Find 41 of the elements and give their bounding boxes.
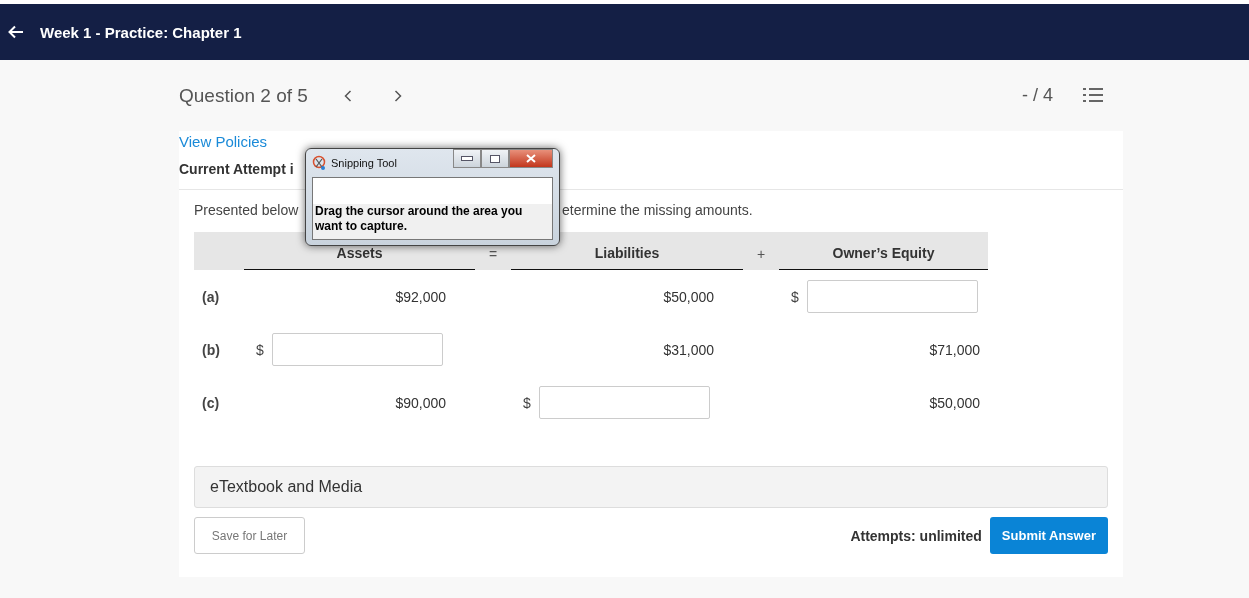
currency-sign: $ bbox=[256, 341, 264, 358]
etextbook-panel[interactable]: eTextbook and Media bbox=[194, 466, 1108, 508]
minimize-icon[interactable] bbox=[453, 149, 481, 168]
instruction-text: Drag the cursor around the area you want to capture. bbox=[314, 204, 524, 234]
table-cell: $90,000 bbox=[395, 394, 446, 411]
instruction-text: Presented below bbox=[194, 202, 299, 218]
operator-sign: = bbox=[488, 246, 498, 262]
column-header: Liabilities bbox=[594, 245, 660, 261]
table-cell: $92,000 bbox=[395, 288, 446, 305]
question-counter: Question 2 of 5 bbox=[179, 84, 308, 107]
close-icon[interactable] bbox=[509, 149, 553, 168]
row-label: (a) bbox=[202, 288, 220, 305]
previous-icon[interactable] bbox=[343, 89, 352, 102]
operator-sign: + bbox=[756, 246, 766, 262]
instruction-text: etermine the missing amounts. bbox=[562, 202, 753, 218]
numbered-list-icon[interactable] bbox=[1083, 87, 1103, 104]
table-cell: $50,000 bbox=[663, 288, 714, 305]
row-label: (b) bbox=[202, 341, 220, 358]
currency-sign: $ bbox=[791, 288, 799, 305]
table-cell: $71,000 bbox=[929, 341, 980, 358]
window-title: Snipping Tool bbox=[331, 157, 397, 169]
row-label: (c) bbox=[202, 394, 220, 411]
table-cell: $31,000 bbox=[663, 341, 714, 358]
maximize-icon[interactable] bbox=[481, 149, 509, 168]
scissors-icon bbox=[312, 155, 328, 171]
page-title: Week 1 - Practice: Chapter 1 bbox=[40, 23, 242, 41]
currency-sign: $ bbox=[523, 394, 531, 411]
column-header: Assets bbox=[336, 245, 383, 261]
column-header: Owner’s Equity bbox=[832, 245, 935, 261]
view-policies-link[interactable]: View Policies bbox=[179, 131, 1123, 157]
answer-field[interactable] bbox=[806, 280, 978, 313]
score: - / 4 bbox=[1022, 85, 1053, 106]
answer-field[interactable] bbox=[271, 333, 443, 366]
answer-field[interactable] bbox=[538, 386, 710, 419]
submit-answer-button[interactable]: Submit Answer bbox=[989, 517, 1108, 554]
back-arrow-icon[interactable] bbox=[8, 25, 24, 39]
save-for-later-button[interactable]: Save for Later bbox=[194, 517, 305, 554]
attempt-status: Current Attempt i bbox=[179, 161, 294, 177]
table-cell: $50,000 bbox=[929, 394, 980, 411]
next-icon[interactable] bbox=[393, 89, 402, 102]
attempts-label: Attempts: unlimited bbox=[850, 527, 982, 544]
